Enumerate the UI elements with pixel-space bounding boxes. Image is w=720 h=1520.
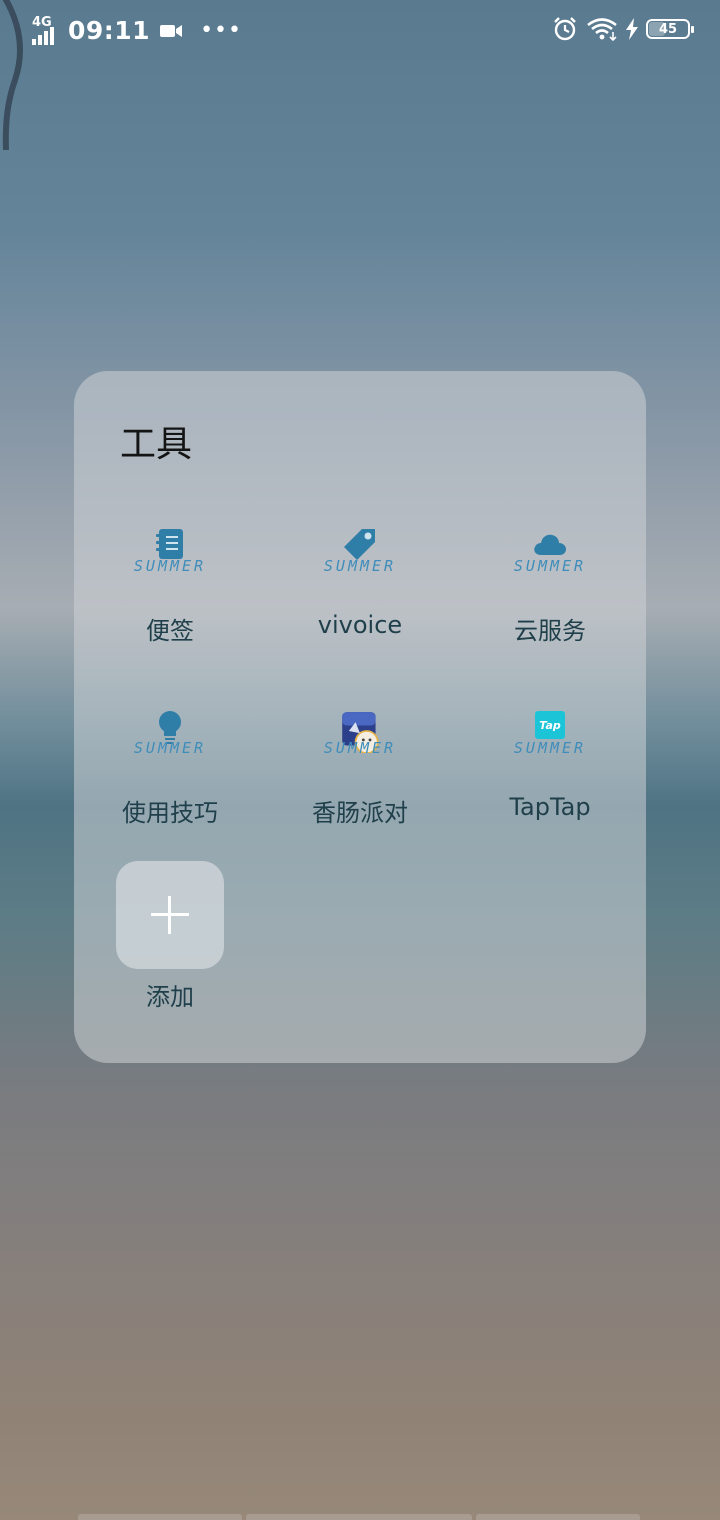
summer-badge: SUMMER <box>323 557 397 575</box>
plus-icon <box>168 896 171 934</box>
taptap-icon-text: Tap <box>539 718 561 732</box>
screen-record-icon <box>160 24 183 37</box>
app-label: 便签 <box>146 617 194 645</box>
app-label: 云服务 <box>514 617 586 645</box>
app-taptap[interactable]: Tap SUMMER TapTap <box>455 709 645 821</box>
summer-badge: SUMMER <box>513 739 587 757</box>
app-label: 使用技巧 <box>122 799 218 827</box>
app-tips[interactable]: SUMMER 使用技巧 <box>75 709 265 828</box>
summer-badge: SUMMER <box>513 557 587 575</box>
summer-badge: SUMMER <box>133 739 207 757</box>
app-sausage-party[interactable]: SUMMER 香肠派对 <box>265 709 455 828</box>
app-label: 香肠派对 <box>312 799 408 827</box>
battery-icon: 45 <box>646 19 694 39</box>
dock-edge <box>78 1514 642 1520</box>
app-vivoice[interactable]: SUMMER vivoice <box>265 527 455 639</box>
app-label: TapTap <box>509 793 591 821</box>
wifi-icon <box>587 18 617 41</box>
clock: 09:11 <box>68 16 151 45</box>
charging-icon <box>626 18 638 40</box>
summer-badge: SUMMER <box>133 557 207 575</box>
app-label: vivoice <box>317 611 403 639</box>
app-cloud-service[interactable]: SUMMER 云服务 <box>455 527 645 646</box>
add-app-button[interactable] <box>116 861 224 969</box>
cellular-signal-icon: 4G <box>30 15 62 45</box>
alarm-icon <box>554 17 576 41</box>
folder-title[interactable]: 工具 <box>120 415 192 467</box>
summer-badge: SUMMER <box>323 739 397 757</box>
add-label: 添加 <box>146 983 194 1011</box>
more-notifications-icon: ••• <box>200 17 243 43</box>
battery-percentage: 45 <box>658 21 678 37</box>
status-bar: 4G 09:11 ••• 45 <box>0 0 720 64</box>
taptap-icon: Tap <box>535 711 565 739</box>
app-folder: 工具 SUMMER 便签 SUMMER vivoice SUMMER 云服务 S… <box>74 371 646 1063</box>
app-notes[interactable]: SUMMER 便签 <box>75 527 265 646</box>
